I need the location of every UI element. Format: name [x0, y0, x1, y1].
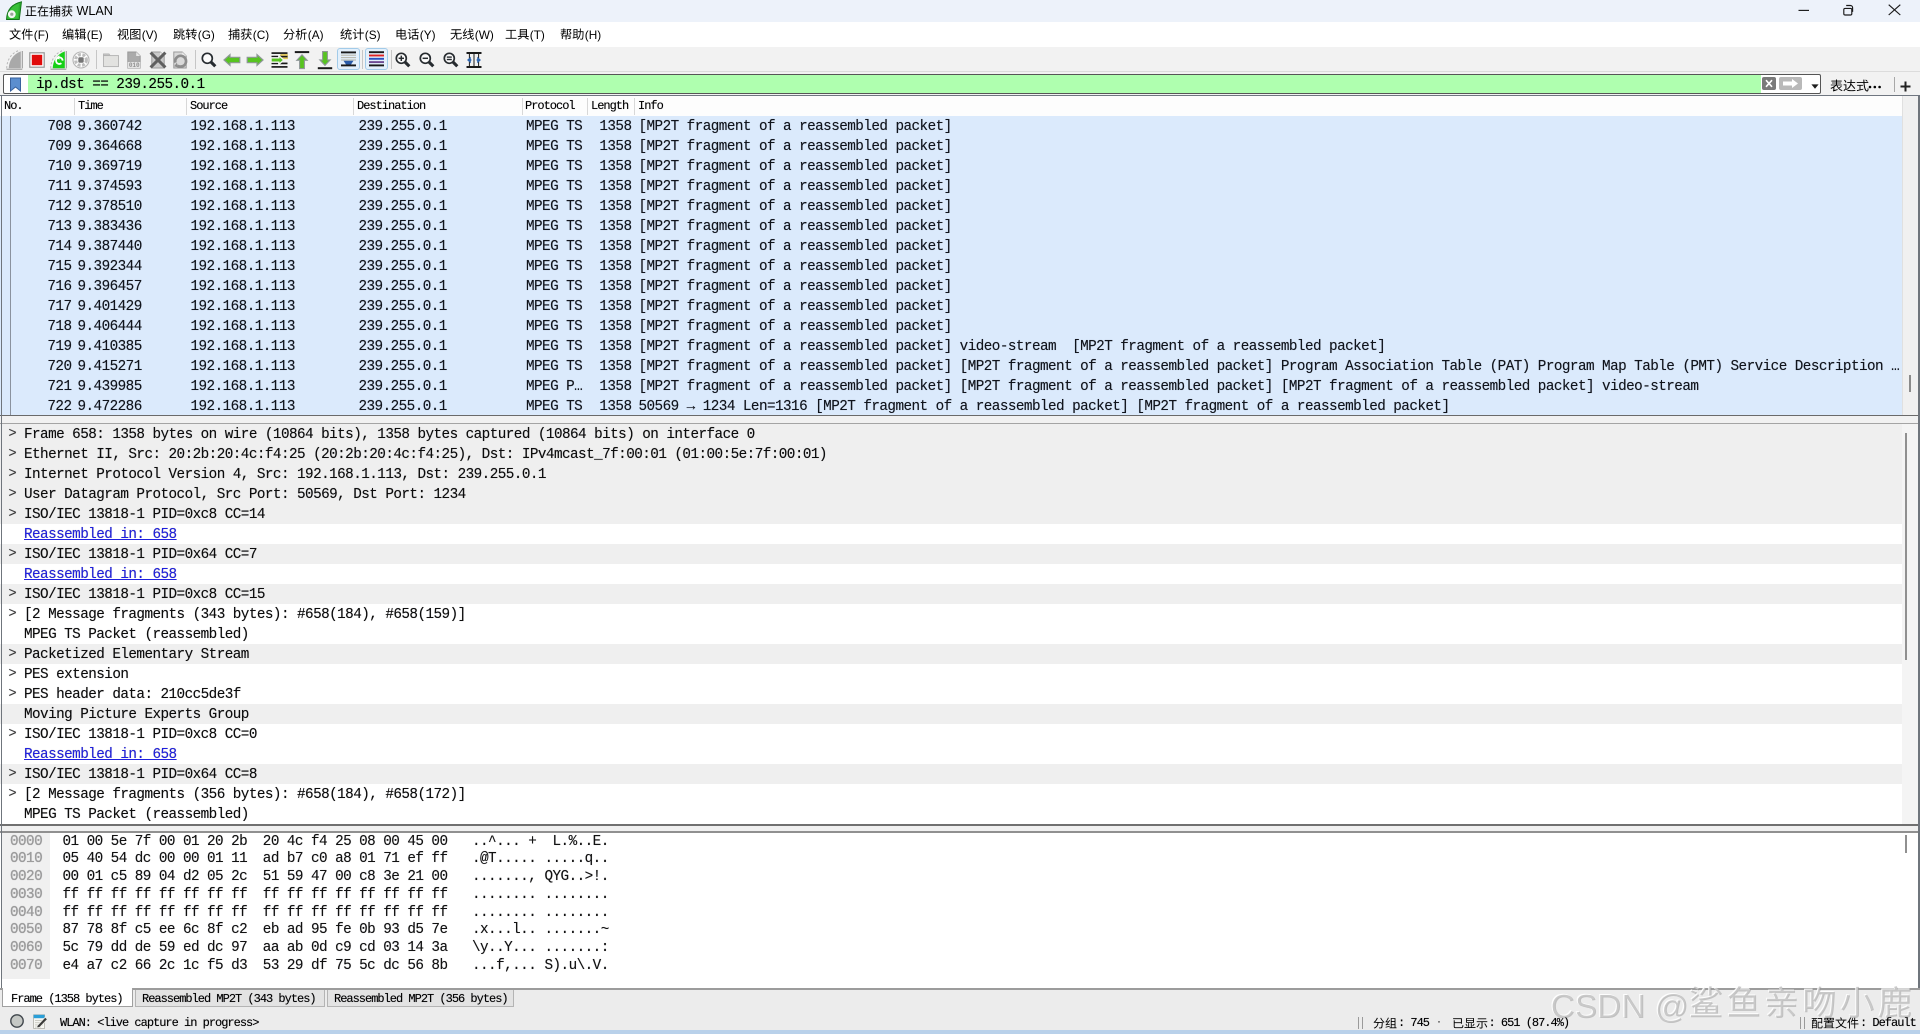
svg-text:010: 010	[129, 61, 140, 68]
